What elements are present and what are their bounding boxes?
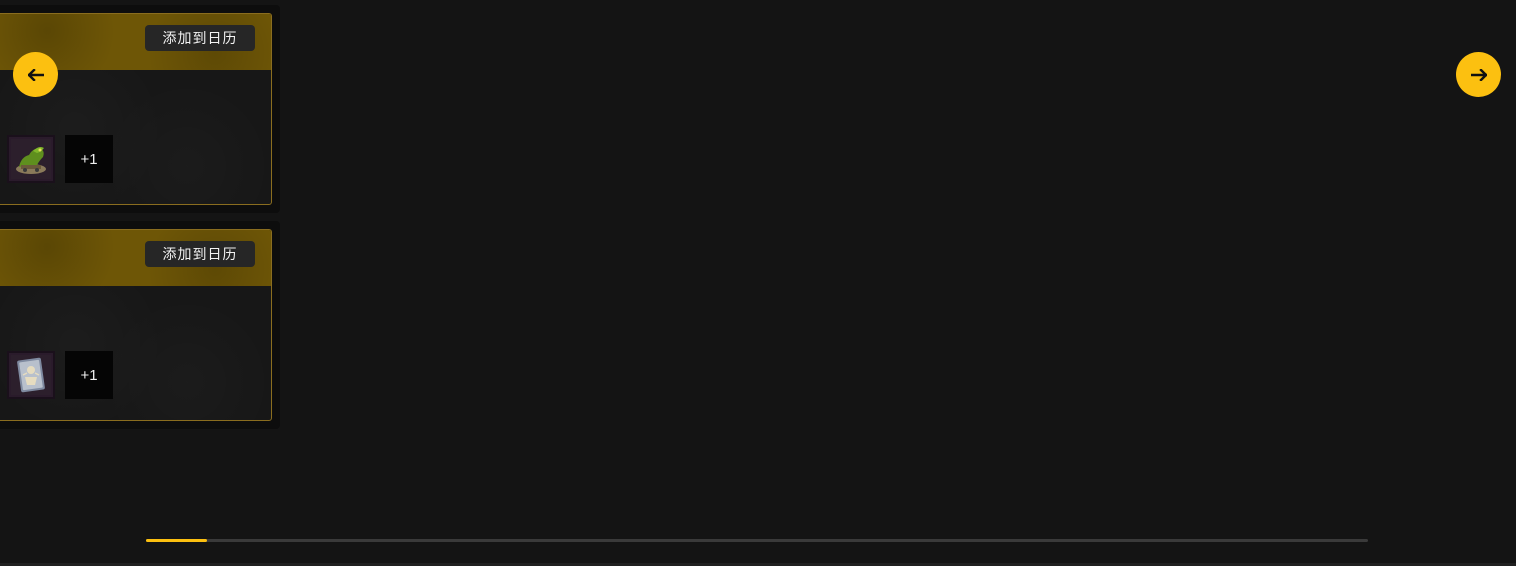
reward-item-thumbnail[interactable] [7,351,55,399]
card-header: 添加到日历 [0,230,271,286]
dragon-tank-icon [11,139,51,179]
next-button[interactable] [1456,52,1501,97]
event-card: 添加到日历 +1 [0,13,272,205]
add-to-calendar-button[interactable]: 添加到日历 [145,25,255,51]
reward-item-thumbnail[interactable] [7,135,55,183]
event-card-container: 添加到日历 +1 [0,5,280,213]
card-skeleton-icon [11,355,51,395]
add-to-calendar-button[interactable]: 添加到日历 [145,241,255,267]
arrow-left-icon [27,68,44,81]
event-card-container: 添加到日历 +1 [0,221,280,429]
previous-button[interactable] [13,52,58,97]
event-card: 添加到日历 +1 [0,229,272,421]
arrow-right-icon [1470,68,1487,81]
more-rewards-count[interactable]: +1 [65,351,113,399]
scrollbar-thumb[interactable] [146,539,207,542]
more-rewards-count[interactable]: +1 [65,135,113,183]
horizontal-scrollbar[interactable] [146,539,1368,542]
page: 添加到日历 +1 添加到日历 +1 [0,0,1516,566]
